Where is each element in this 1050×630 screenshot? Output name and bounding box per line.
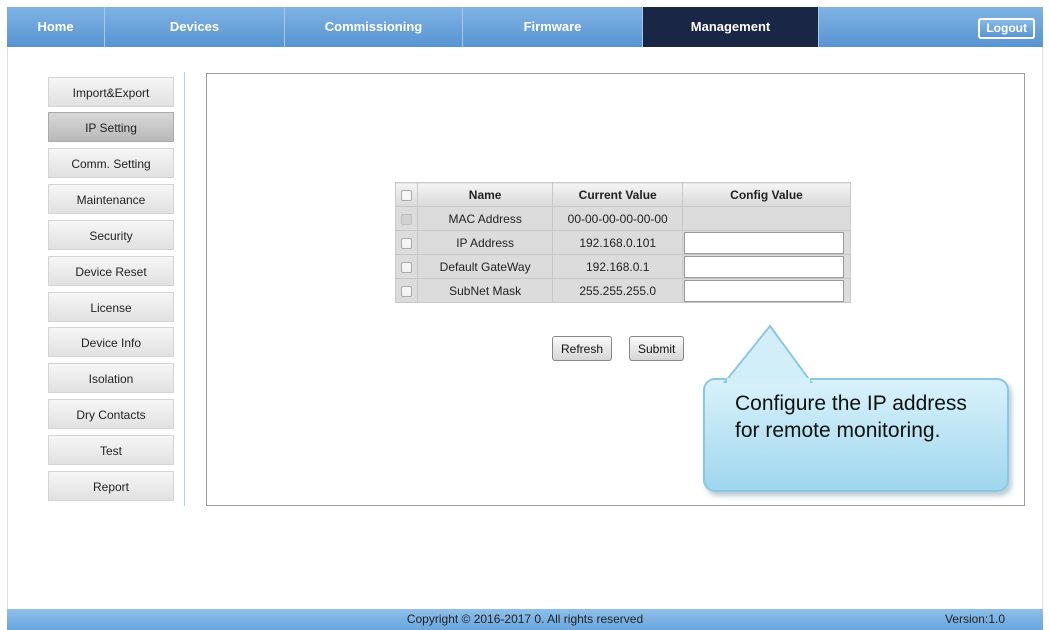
row-name: MAC Address (416, 206, 554, 231)
row-checkbox[interactable] (400, 285, 412, 297)
logout-button[interactable]: Logout (978, 18, 1035, 39)
select-all-checkbox[interactable] (400, 189, 412, 201)
submit-button[interactable]: Submit (629, 336, 685, 361)
sidebar-divider (184, 72, 185, 506)
table-row: Default GateWay 192.168.0.1 (395, 254, 851, 279)
select-all-cell (395, 182, 418, 207)
row-checkbox-cell (395, 254, 418, 279)
row-name: SubNet Mask (416, 278, 554, 303)
table-row: SubNet Mask 255.255.255.0 (395, 278, 851, 303)
version-text: Version:1.0 (944, 612, 1005, 626)
nav-devices[interactable]: Devices (105, 7, 285, 47)
sidebar-item-device-reset[interactable]: Device Reset (48, 256, 174, 286)
row-name: Default GateWay (416, 254, 554, 279)
row-checkbox-cell (395, 278, 418, 303)
sidebar-item-report[interactable]: Report (48, 471, 174, 501)
table-row: MAC Address 00-00-00-00-00-00 (395, 206, 851, 231)
sidebar-item-security[interactable]: Security (48, 220, 174, 250)
footer: Copyright © 2016-2017 0. All rights rese… (7, 609, 1043, 630)
row-checkbox[interactable] (400, 237, 412, 249)
copyright-text: Copyright © 2016-2017 0. All rights rese… (406, 612, 644, 626)
callout-text: Configure the IP address for remote moni… (735, 392, 967, 442)
ip-address-config-input[interactable] (684, 231, 845, 254)
sidebar-item-comm-setting[interactable]: Comm. Setting (48, 148, 174, 178)
sidebar-item-test[interactable]: Test (48, 435, 174, 465)
row-current-value: 00-00-00-00-00-00 (552, 206, 684, 231)
row-current-value: 192.168.0.101 (552, 230, 684, 255)
row-checkbox-cell (395, 230, 418, 255)
column-header-name: Name (416, 182, 554, 207)
sidebar-item-license[interactable]: License (48, 292, 174, 322)
row-checkbox (400, 213, 412, 225)
ip-settings-table: Name Current Value Config Value MAC Addr… (395, 182, 851, 303)
callout-pointer (722, 324, 813, 384)
nav-commissioning[interactable]: Commissioning (285, 7, 463, 47)
callout-box: Configure the IP address for remote moni… (703, 378, 1009, 492)
row-current-value: 192.168.0.1 (552, 254, 684, 279)
column-header-config-value: Config Value (682, 182, 851, 207)
sidebar-item-maintenance[interactable]: Maintenance (48, 184, 174, 214)
subnet-mask-config-input[interactable] (684, 279, 845, 302)
nav-home[interactable]: Home (7, 7, 105, 47)
sidebar-item-ip-setting[interactable]: IP Setting (48, 112, 174, 142)
row-config-value (682, 206, 851, 231)
row-config-cell (682, 278, 851, 303)
nav-firmware[interactable]: Firmware (463, 7, 643, 47)
row-config-cell (682, 230, 851, 255)
sidebar-item-device-info[interactable]: Device Info (48, 327, 174, 357)
table-row: IP Address 192.168.0.101 (395, 230, 851, 255)
sidebar-item-isolation[interactable]: Isolation (48, 363, 174, 393)
row-config-cell (682, 254, 851, 279)
row-name: IP Address (416, 230, 554, 255)
gateway-config-input[interactable] (684, 255, 845, 278)
column-header-current-value: Current Value (552, 182, 684, 207)
refresh-button[interactable]: Refresh (552, 336, 613, 361)
nav-management[interactable]: Management (643, 7, 819, 47)
table-header-row: Name Current Value Config Value (395, 182, 851, 207)
row-checkbox[interactable] (400, 261, 412, 273)
sidebar-item-import-export[interactable]: Import&Export (48, 77, 174, 107)
sidebar-item-dry-contacts[interactable]: Dry Contacts (48, 399, 174, 429)
row-current-value: 255.255.255.0 (552, 278, 684, 303)
top-nav: Home Devices Commissioning Firmware Mana… (7, 7, 1043, 47)
row-checkbox-cell (395, 206, 418, 231)
